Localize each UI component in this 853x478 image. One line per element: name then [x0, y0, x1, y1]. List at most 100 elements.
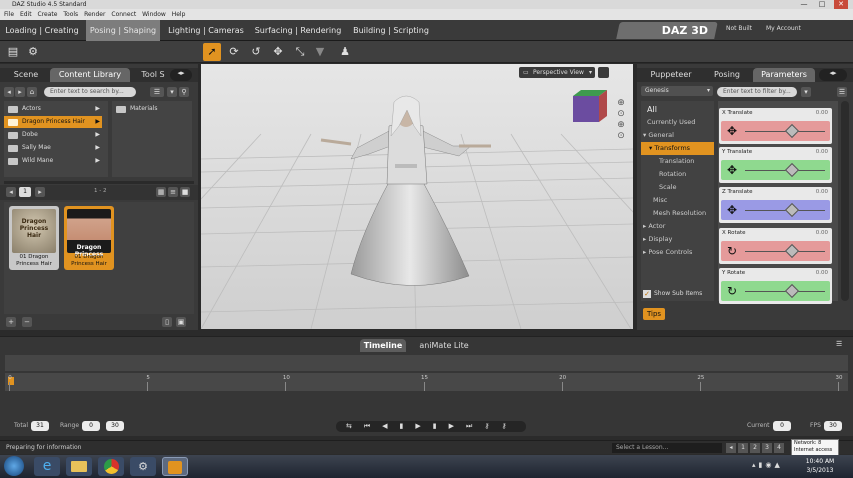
category-general[interactable]: ▾ General	[641, 129, 714, 142]
tab-scene[interactable]: Scene	[6, 68, 46, 82]
viewport-options-icon[interactable]	[598, 67, 609, 78]
category-all[interactable]: All	[641, 103, 714, 116]
lesson-page-2[interactable]: 2	[750, 443, 760, 453]
tree-item-dobe[interactable]: Dobe ▶	[4, 129, 102, 141]
tab-posing-shaping[interactable]: Posing | Shaping	[86, 20, 160, 41]
lesson-page-1[interactable]: 1	[738, 443, 748, 453]
slider-x-rotate[interactable]: X Rotate 0.00 ↻	[719, 228, 832, 264]
panel-toggle-icon[interactable]: ▤	[4, 43, 22, 61]
viewport-nav-controls[interactable]: ⊕ ⊙ ⊕ ⊙	[614, 98, 628, 142]
total-frames-field[interactable]: 31	[31, 421, 49, 431]
zoom-icon[interactable]: ⚲	[179, 87, 189, 97]
rotate-icon[interactable]: ⟳	[225, 43, 243, 61]
menu-file[interactable]: File	[4, 9, 14, 20]
explorer-icon[interactable]	[66, 457, 92, 476]
tree-item-dragon-princess-hair[interactable]: Dragon Princess Hair ▶	[4, 116, 102, 128]
category-misc[interactable]: Misc	[641, 194, 714, 207]
menu-help[interactable]: Help	[172, 9, 186, 20]
slider-y-translate[interactable]: Y Translate 0.00 ✥	[719, 147, 832, 183]
track-strip[interactable]	[5, 355, 848, 371]
thumbnail-hair[interactable]: Dragon Princess Hair 01 Dragon Princess …	[9, 206, 59, 270]
menu-create[interactable]: Create	[38, 9, 58, 20]
tree-item-actors[interactable]: Actors ▶	[4, 103, 102, 115]
add-icon[interactable]: +	[6, 317, 16, 327]
document-icon[interactable]: ▯	[162, 317, 172, 327]
range-start-field[interactable]: 0	[82, 421, 100, 431]
home-icon[interactable]: ⌂	[27, 87, 37, 97]
splitter[interactable]	[4, 181, 194, 184]
panel-menu-icon[interactable]: ◂▸	[819, 69, 847, 81]
twist-icon[interactable]: ↺	[247, 43, 265, 61]
current-frame-field[interactable]: 0	[773, 421, 791, 431]
show-sub-items-checkbox[interactable]: ✓	[643, 290, 651, 298]
tree-item-sally-mae[interactable]: Sally Mae ▶	[4, 142, 102, 154]
ie-icon[interactable]: e	[34, 457, 60, 476]
system-clock[interactable]: 10:40 AM 3/5/2013	[800, 457, 840, 475]
prev-lesson-icon[interactable]: ◂	[726, 443, 736, 453]
tips-button[interactable]: Tips	[643, 308, 665, 320]
panel-menu-icon[interactable]: ◂▸	[170, 69, 192, 81]
tab-lighting-cameras[interactable]: Lighting | Cameras	[166, 20, 246, 41]
tab-animate-lite[interactable]: aniMate Lite	[414, 339, 474, 352]
list-view-icon[interactable]: ☰	[150, 87, 164, 97]
media-player-icon[interactable]: ⚙	[130, 457, 156, 476]
lesson-page-3[interactable]: 3	[762, 443, 772, 453]
page-number-field[interactable]: 1	[19, 187, 31, 197]
menu-render[interactable]: Render	[84, 9, 105, 20]
category-rotation[interactable]: Rotation	[641, 168, 714, 181]
scale-icon[interactable]: ⤡	[291, 43, 309, 61]
menu-window[interactable]: Window	[142, 9, 166, 20]
category-pose-controls[interactable]: ▸ Pose Controls	[641, 246, 714, 259]
range-end-field[interactable]: 30	[106, 421, 124, 431]
view-cube[interactable]	[573, 90, 607, 122]
category-scale[interactable]: Scale	[641, 181, 714, 194]
tab-building-scripting[interactable]: Building | Scripting	[350, 20, 432, 41]
slider-y-rotate[interactable]: Y Rotate 0.00 ↻	[719, 268, 832, 304]
menu-connect[interactable]: Connect	[111, 9, 136, 20]
playback-controls[interactable]: ⇆⏮◀▮▶▮▶⏭⚷⚷	[336, 421, 526, 432]
splitter[interactable]	[198, 64, 201, 330]
tab-loading-creating[interactable]: Loading | Creating	[2, 20, 82, 41]
forward-icon[interactable]: ▸	[15, 87, 25, 97]
content-search-input[interactable]: Enter text to search by...	[44, 87, 136, 97]
lesson-page-4[interactable]: 4	[774, 443, 784, 453]
translate-icon[interactable]: ✥	[269, 43, 287, 61]
tab-tool-settings[interactable]: Tool S	[136, 68, 170, 82]
close-button[interactable]: ✕	[834, 0, 848, 9]
detail-view-icon[interactable]: ■	[180, 187, 190, 197]
settings-icon[interactable]: ⚙	[24, 43, 42, 61]
list-view-small-icon[interactable]: ≡	[168, 187, 178, 197]
minimize-button[interactable]: —	[797, 0, 811, 9]
tray-icons[interactable]: ▴▮◉▲	[752, 461, 783, 469]
tab-content-library[interactable]: Content Library	[50, 68, 130, 82]
slider-z-translate[interactable]: Z Translate 0.00 ✥	[719, 187, 832, 223]
node-select[interactable]: Genesis ▾	[641, 86, 713, 96]
link-my-account[interactable]: My Account	[766, 25, 801, 32]
tree-item-wild-mane[interactable]: Wild Mane ▶	[4, 155, 102, 167]
figure-icon[interactable]: ♟	[336, 43, 354, 61]
subfolder-materials[interactable]: Materials	[112, 103, 192, 115]
viewport[interactable]: ▭ Perspective View ▾ ⊕ ⊙ ⊕ ⊙	[201, 64, 633, 329]
tab-timeline[interactable]: Timeline	[360, 339, 406, 352]
options-icon[interactable]: ▾	[167, 87, 177, 97]
fps-field[interactable]: 30	[824, 421, 842, 431]
next-page-icon[interactable]: ▸	[35, 187, 45, 197]
scrollbar[interactable]	[841, 101, 849, 301]
category-actor[interactable]: ▸ Actor	[641, 220, 714, 233]
category-currently-used[interactable]: Currently Used	[641, 116, 714, 129]
lesson-select[interactable]: Select a Lesson...	[612, 443, 722, 453]
slider-x-translate[interactable]: X Translate 0.00 ✥	[719, 108, 832, 144]
chrome-icon[interactable]	[98, 457, 124, 476]
daz-studio-taskbar-icon[interactable]	[162, 457, 188, 476]
pointer-icon[interactable]: ➚	[203, 43, 221, 61]
tab-posing[interactable]: Posing	[705, 68, 749, 82]
parameter-filter-input[interactable]: Enter text to filter by...	[717, 87, 797, 97]
options-icon[interactable]: ☰	[837, 87, 847, 97]
tab-puppeteer[interactable]: Puppeteer	[645, 68, 697, 82]
category-transforms[interactable]: ▾ Transforms	[641, 142, 714, 155]
tab-surfacing-rendering[interactable]: Surfacing | Rendering	[252, 20, 344, 41]
funnel-icon[interactable]: ▼	[311, 43, 329, 61]
tab-parameters[interactable]: Parameters	[753, 68, 815, 82]
timeline-options-icon[interactable]: ☰	[836, 340, 842, 348]
category-mesh-resolution[interactable]: Mesh Resolution	[641, 207, 714, 220]
